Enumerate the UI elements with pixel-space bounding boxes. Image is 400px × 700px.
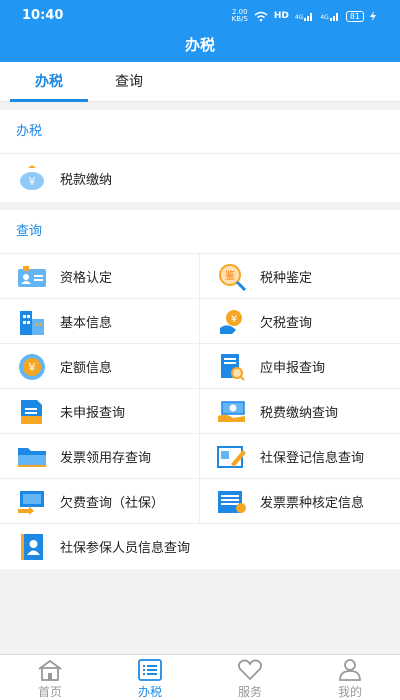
section-query: 查询 资格认定 鉴 税种鉴定 基本信息 ¥ 欠税查询 ¥ 定额信息 应申报查询 [0,210,400,569]
tax-type-appraisal-icon: 鉴 [216,263,248,291]
insured-person-icon [16,533,48,561]
item-label: 未申报查询 [60,406,126,421]
nav-home-label: 首页 [37,685,62,699]
status-time: 10:40 [22,8,64,23]
tax-type-appraisal-item[interactable]: 鉴 税种鉴定 [200,254,400,299]
charging-icon [370,11,376,21]
invoice-type-info-item[interactable]: 发票票种核定信息 [200,479,400,524]
qualification-item[interactable]: 资格认定 [0,254,200,299]
declaration-icon [216,353,248,381]
list-row: 发票领用存查询 社保登记信息查询 [0,434,400,479]
svg-text:¥: ¥ [29,175,36,188]
signal-1-label: 4G [294,14,304,21]
item-label: 社保参保人员信息查询 [60,541,191,556]
qualification-icon [16,263,48,291]
folder-icon [16,443,48,471]
person-icon [339,659,361,681]
signal-2: 4G [320,11,339,21]
top-app-bar: 10:40 2.00 KB/S HD 4G 4G 81 办税 [0,0,400,62]
tab-tax[interactable]: 办税 [9,62,89,102]
item-label: 发票领用存查询 [60,451,152,466]
svg-text:¥: ¥ [231,314,237,325]
quota-coin-icon: ¥ [16,353,48,381]
building-icon [16,308,48,336]
status-bar: 10:40 2.00 KB/S HD 4G 4G 81 [0,0,400,30]
basic-info-item[interactable]: 基本信息 [0,299,200,344]
quota-info-item[interactable]: ¥ 定额信息 [0,344,200,389]
signal-icon [329,13,338,21]
home-icon [38,659,62,681]
section-title: 查询 [0,210,400,254]
tax-arrears-item[interactable]: ¥ 欠税查询 [200,299,400,344]
signal-1: 4G [295,11,314,21]
item-label: 发票票种核定信息 [260,496,365,511]
item-label: 资格认定 [60,271,113,286]
list-row: 欠费查询（社保） 发票票种核定信息 [0,479,400,524]
item-label: 定额信息 [60,361,113,376]
heart-icon [237,659,263,681]
nav-home[interactable]: 首页 [0,655,100,700]
svg-text:¥: ¥ [29,361,36,374]
item-label: 欠费查询（社保） [60,496,165,511]
arrears-social-security-item[interactable]: 欠费查询（社保） [0,479,200,524]
invoice-stock-query-item[interactable]: 发票领用存查询 [0,434,200,479]
nav-service[interactable]: 服务 [200,655,300,700]
nav-service-label: 服务 [237,685,262,699]
nav-mine-label: 我的 [337,685,362,699]
section-title: 办税 [0,110,400,154]
nav-tax[interactable]: 办税 [100,655,200,700]
wifi-icon [254,11,268,21]
bottom-navigation: 首页 办税 服务 我的 [0,654,400,700]
status-icons: 2.00 KB/S HD 4G 4G 81 [232,9,376,23]
item-label: 欠税查询 [260,316,313,331]
item-label: 税款缴纳 [60,172,113,188]
fee-payment-icon [216,398,248,426]
section-tax: 办税 ¥ 税款缴纳 [0,110,400,202]
nav-tax-label: 办税 [137,685,162,699]
social-security-registration-item[interactable]: 社保登记信息查询 [200,434,400,479]
tax-arrears-icon: ¥ [216,308,248,336]
social-security-registration-icon [216,443,248,471]
tax-payment-icon: ¥ [16,164,48,192]
item-label: 应申报查询 [260,361,326,376]
net-speed: 2.00 KB/S [232,9,248,23]
fee-payment-query-item[interactable]: 税费缴纳查询 [200,389,400,434]
signal-2-label: 4G [320,14,329,21]
item-label: 基本信息 [60,316,113,331]
list-item: ¥ 税款缴纳 [0,154,400,202]
list-row: 资格认定 鉴 税种鉴定 [0,254,400,299]
tab-query[interactable]: 查询 [89,62,169,102]
hd-label: HD [273,11,289,21]
invoice-type-icon [216,488,248,516]
tax-payment-item[interactable]: ¥ 税款缴纳 [0,154,400,202]
item-label: 社保登记信息查询 [260,451,365,466]
insured-person-query-item[interactable]: 社保参保人员信息查询 [0,524,400,569]
svg-text:鉴: 鉴 [225,269,235,282]
undeclared-query-item[interactable]: 未申报查询 [0,389,200,434]
signal-icon [304,13,313,21]
item-label: 税费缴纳查询 [260,406,339,421]
arrears-social-security-icon [16,488,48,516]
list-row: 基本信息 ¥ 欠税查询 [0,299,400,344]
list-row: 未申报查询 税费缴纳查询 [0,389,400,434]
net-speed-unit: KB/S [231,15,248,23]
tab-indicator [10,99,88,102]
declaration-query-item[interactable]: 应申报查询 [200,344,400,389]
undeclared-icon [16,398,48,426]
page-title: 办税 [184,36,215,54]
item-label: 税种鉴定 [260,271,313,286]
list-row: 社保参保人员信息查询 [0,524,400,569]
nav-mine[interactable]: 我的 [300,655,400,700]
list-icon [138,659,162,681]
battery-indicator: 81 [345,10,364,22]
tab-bar: 办税 查询 [0,62,400,102]
list-row: ¥ 定额信息 应申报查询 [0,344,400,389]
